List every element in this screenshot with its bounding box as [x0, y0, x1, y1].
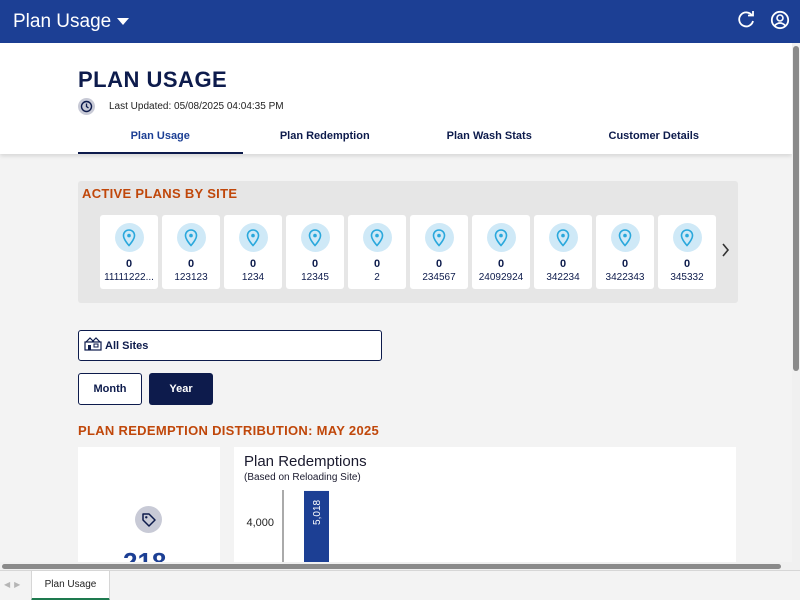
site-plan-count: 0	[497, 258, 505, 270]
site-plan-count: 0	[311, 258, 319, 270]
site-plan-count: 0	[187, 258, 195, 270]
caret-down-icon	[117, 18, 130, 25]
site-card[interactable]: 0 345332	[658, 215, 716, 289]
site-card[interactable]: 0 12345	[286, 215, 344, 289]
refresh-icon[interactable]	[736, 10, 756, 30]
site-name: 345332	[670, 272, 704, 283]
location-pin-icon	[672, 223, 702, 252]
sheet-tab-bar: ◀▶ Plan Usage	[0, 570, 800, 600]
tag-icon	[135, 506, 162, 533]
site-plan-count: 0	[249, 258, 257, 270]
bar-data-label: 5,018	[312, 499, 323, 524]
tab-plan-wash-stats[interactable]: Plan Wash Stats	[407, 125, 572, 154]
chart-plot: 4,000 5,018	[246, 490, 329, 567]
vertical-scroll-thumb[interactable]	[793, 46, 799, 371]
site-plan-count: 0	[559, 258, 567, 270]
chevron-right-icon[interactable]	[720, 242, 730, 263]
year-button[interactable]: Year	[149, 373, 213, 405]
distribution-title: PLAN REDEMPTION DISTRIBUTION: MAY 2025	[78, 423, 380, 438]
site-plan-count: 0	[435, 258, 443, 270]
location-pin-icon	[362, 223, 392, 252]
site-name: 11111222...	[104, 272, 154, 283]
site-card[interactable]: 0 123123	[162, 215, 220, 289]
tab-customer-details[interactable]: Customer Details	[572, 125, 737, 154]
site-card[interactable]: 0 3422343	[596, 215, 654, 289]
horizontal-scrollbar[interactable]	[0, 562, 792, 570]
top-bar: Plan Usage	[0, 0, 800, 43]
user-account-icon[interactable]	[770, 10, 790, 30]
site-plan-count: 0	[683, 258, 691, 270]
site-plan-count: 0	[621, 258, 629, 270]
tab-bar: Plan Usage Plan Redemption Plan Wash Sta…	[78, 125, 736, 154]
location-pin-icon	[486, 223, 516, 252]
active-plans-panel: ACTIVE PLANS BY SITE 0 11111222... 0 123123…	[78, 181, 738, 303]
site-card[interactable]: 02	[348, 215, 406, 289]
site-name: 12345	[301, 272, 329, 283]
site-card[interactable]: 0 234567	[410, 215, 468, 289]
location-pin-icon	[610, 223, 640, 252]
tab-plan-usage[interactable]: Plan Usage	[78, 125, 243, 154]
location-pin-icon	[548, 223, 578, 252]
site-name: 3422343	[605, 272, 645, 283]
sheet-nav-arrows-icon[interactable]: ◀▶	[4, 580, 24, 589]
site-name: 2	[374, 272, 380, 283]
site-name: 342234	[546, 272, 580, 283]
page-title: PLAN USAGE	[78, 67, 228, 92]
site-select[interactable]: All Sites	[78, 330, 382, 361]
clock-icon	[78, 98, 95, 115]
sites-building-icon	[84, 335, 102, 356]
site-select-value: All Sites	[105, 339, 149, 352]
location-pin-icon	[176, 223, 206, 252]
site-name: 234567	[422, 272, 456, 283]
active-plans-title: ACTIVE PLANS BY SITE	[82, 186, 238, 201]
location-pin-icon	[238, 223, 268, 252]
plan-redemptions-chart: Plan Redemptions (Based on Reloading Sit…	[234, 447, 736, 567]
site-card-list: 0 11111222... 0 123123 0 1234 0 12345 0 2 0 234567 0…	[100, 215, 716, 289]
location-pin-icon	[114, 223, 144, 252]
location-pin-icon	[424, 223, 454, 252]
site-card[interactable]: 0 342234	[534, 215, 592, 289]
site-name: 24092924	[478, 272, 524, 283]
y-tick-label: 4,000	[246, 517, 274, 529]
site-plan-count: 0	[373, 258, 381, 270]
site-name: 1234	[241, 272, 265, 283]
last-updated: Last Updated: 05/08/2025 04:04:35 PM	[78, 98, 284, 115]
page-header: PLAN USAGE Last Updated: 05/08/2025 04:0…	[0, 43, 792, 154]
site-name: 123123	[174, 272, 208, 283]
total-redemptions-card: 218	[78, 447, 220, 577]
app-menu-button[interactable]: Plan Usage	[13, 10, 130, 33]
site-plan-count: 0	[125, 258, 133, 270]
month-button[interactable]: Month	[78, 373, 142, 405]
site-card[interactable]: 0 11111222...	[100, 215, 158, 289]
app-title: Plan Usage	[13, 10, 112, 32]
site-card[interactable]: 0 24092924	[472, 215, 530, 289]
vertical-scrollbar[interactable]	[792, 43, 800, 570]
horizontal-scroll-thumb[interactable]	[2, 564, 781, 569]
last-updated-text: Last Updated: 05/08/2025 04:04:35 PM	[109, 101, 284, 112]
tab-plan-redemption[interactable]: Plan Redemption	[243, 125, 408, 154]
sheet-tab-plan-usage[interactable]: Plan Usage	[31, 571, 110, 600]
location-pin-icon	[300, 223, 330, 252]
site-card[interactable]: 0 1234	[224, 215, 282, 289]
